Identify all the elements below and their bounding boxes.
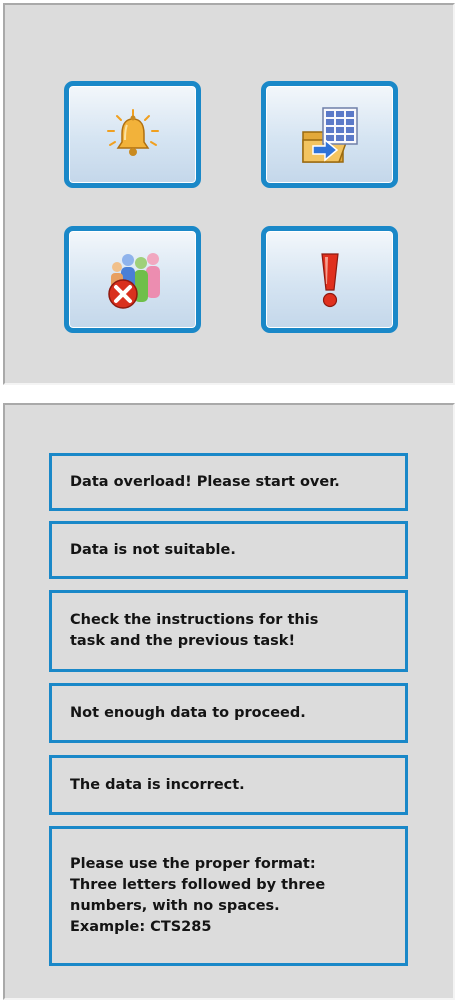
message-text: Data overload! Please start over. bbox=[70, 473, 340, 490]
message-text: Data is not suitable. bbox=[70, 541, 236, 558]
message-box: Check the instructions for this task and… bbox=[49, 590, 408, 672]
message-text: Not enough data to proceed. bbox=[70, 704, 306, 721]
message-box: Data is not suitable. bbox=[49, 521, 408, 579]
exclamation-icon bbox=[320, 252, 339, 307]
delete-group-button[interactable] bbox=[64, 226, 201, 333]
message-text: Please use the proper format: Three lett… bbox=[70, 856, 326, 935]
bell-alarm-icon bbox=[106, 108, 159, 156]
message-panel: Data overload! Please start over. Data i… bbox=[3, 403, 455, 1000]
message-box: The data is incorrect. bbox=[49, 755, 408, 815]
message-text: The data is incorrect. bbox=[70, 776, 245, 793]
icon-button-panel bbox=[3, 3, 455, 385]
message-box: Not enough data to proceed. bbox=[49, 683, 408, 743]
alert-button[interactable] bbox=[261, 226, 398, 333]
message-text: Check the instructions for this task and… bbox=[70, 612, 319, 649]
message-box: Data overload! Please start over. bbox=[49, 453, 408, 511]
import-data-icon bbox=[301, 106, 358, 163]
message-box: Please use the proper format: Three lett… bbox=[49, 826, 408, 966]
delete-group-icon bbox=[107, 252, 160, 309]
bell-alarm-button[interactable] bbox=[64, 81, 201, 188]
import-data-button[interactable] bbox=[261, 81, 398, 188]
